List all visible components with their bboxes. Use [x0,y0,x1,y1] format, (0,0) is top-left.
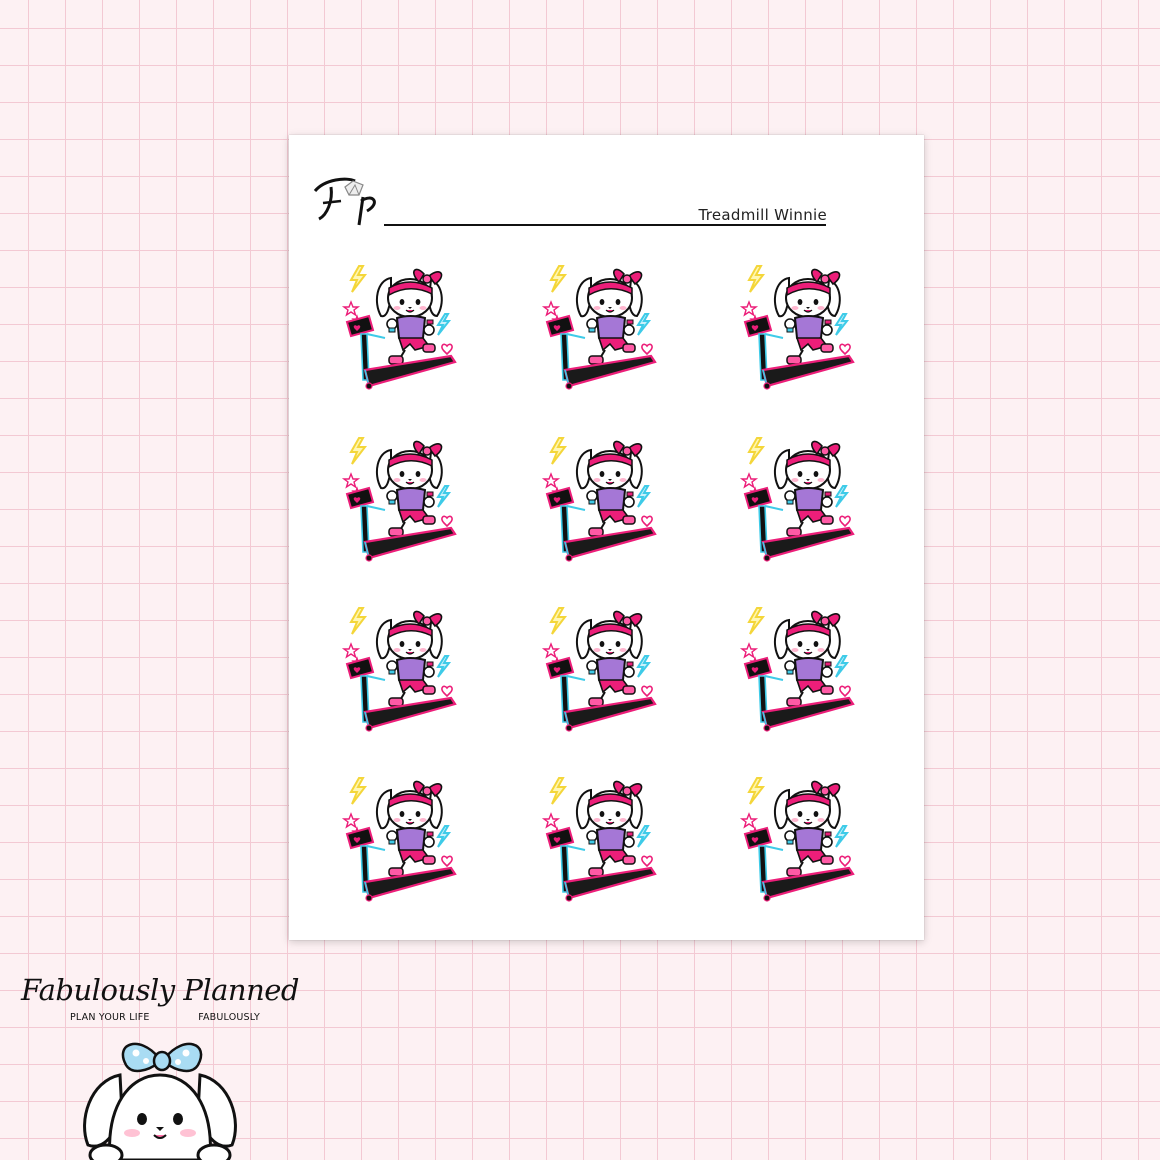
sticker-5 [542,436,657,563]
sticker-3 [740,264,855,391]
fp-logo [313,177,376,226]
sticker-11 [542,776,657,903]
mascot-bunny-icon [83,1042,237,1160]
sticker-9 [740,606,855,733]
sticker-1 [342,264,457,391]
brand-name: Fabulously Planned [20,973,300,1007]
tagline-left: PLAN YOUR LIFE [70,1012,150,1023]
sticker-sheet: Treadmill Winnie [289,135,924,940]
sheet-title: Treadmill Winnie [698,206,827,224]
sticker-7 [342,606,457,733]
sticker-8 [542,606,657,733]
sticker-2 [542,264,657,391]
brand-tagline: PLAN YOUR LIFE FABULOUSLY [70,1012,260,1023]
sticker-6 [740,436,855,563]
title-underline [384,224,826,226]
sticker-10 [342,776,457,903]
sticker-12 [740,776,855,903]
sticker-4 [342,436,457,563]
tagline-right: FABULOUSLY [198,1012,260,1023]
brand-logo: Fabulously Planned PLAN YOUR LIFE FABULO… [0,965,320,1160]
